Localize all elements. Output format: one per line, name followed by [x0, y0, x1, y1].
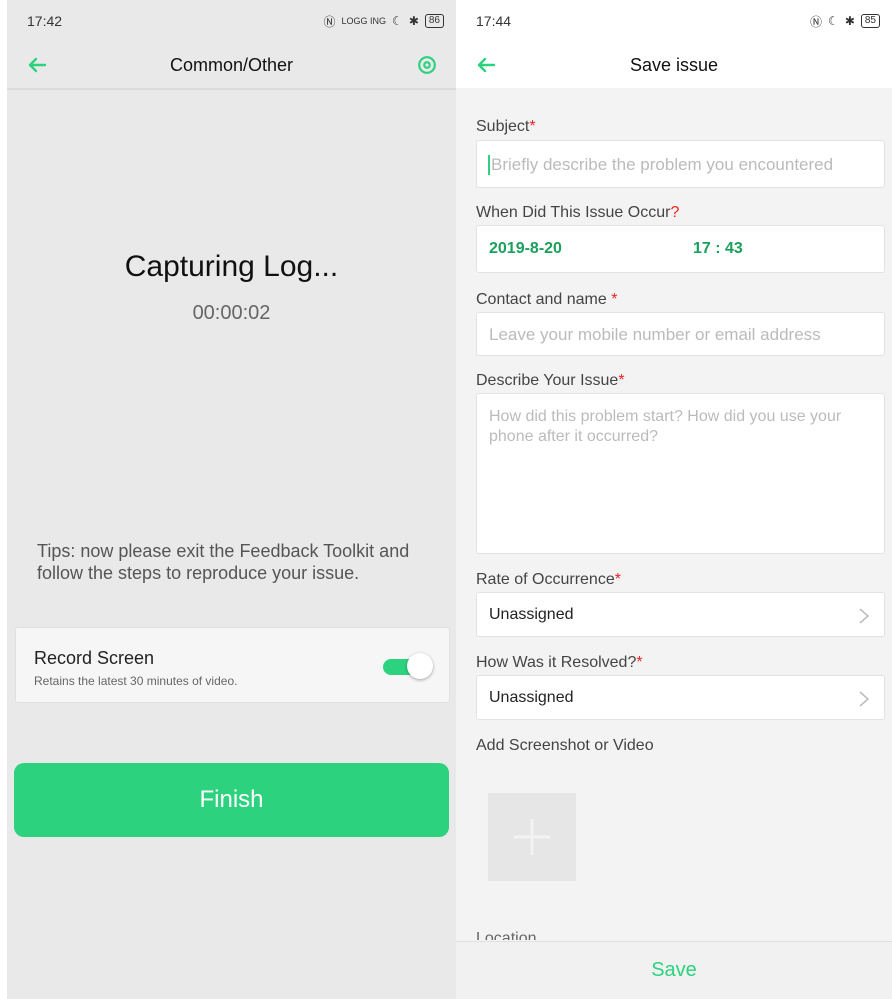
location-label: Location — [476, 930, 537, 940]
record-screen-card: Record Screen Retains the latest 30 minu… — [15, 627, 450, 703]
nfc-icon: Ⓝ — [810, 14, 823, 29]
back-arrow-icon[interactable] — [474, 53, 498, 77]
status-time: 17:42 — [27, 13, 63, 29]
chevron-right-icon — [859, 608, 870, 624]
record-screen-title: Record Screen — [34, 648, 155, 668]
time-picker[interactable]: 17 : 43 — [693, 240, 743, 258]
rate-value: Unassigned — [489, 606, 574, 623]
status-icons: Ⓝ LOGG ING ☾ ✱ 86 — [324, 13, 444, 30]
tips-text: Tips: now please exit the Feedback Toolk… — [37, 541, 410, 583]
chevron-right-icon — [859, 691, 870, 707]
when-label: When Did This Issue Occur? — [476, 204, 680, 221]
record-screen-toggle[interactable] — [383, 653, 433, 679]
save-button[interactable]: Save — [456, 941, 892, 999]
logging-indicator: LOGG ING — [341, 16, 387, 26]
contact-input[interactable]: Leave your mobile number or email addres… — [476, 312, 885, 356]
when-field: 2019-8-20 17 : 43 — [476, 225, 885, 273]
settings-gear-icon[interactable] — [416, 54, 438, 76]
status-bar: 17:44 Ⓝ ☾ ✱ 85 — [456, 0, 892, 42]
save-issue-screen: 17:44 Ⓝ ☾ ✱ 85 Save issue Subject* Brief… — [456, 0, 892, 999]
moon-icon: ☾ — [828, 14, 839, 28]
page-title: Save issue — [629, 54, 719, 75]
attach-label: Add Screenshot or Video — [476, 737, 654, 754]
resolved-value: Unassigned — [489, 689, 574, 706]
battery-icon: 86 — [424, 14, 444, 28]
toggle-knob — [407, 653, 433, 679]
rate-select[interactable]: Unassigned — [476, 592, 885, 637]
describe-textarea[interactable]: How did this problem start? How did you … — [476, 393, 885, 554]
app-bar: Save issue — [456, 42, 892, 88]
page-title: Common/Other — [169, 54, 294, 75]
divider — [7, 88, 456, 90]
plus-icon — [514, 819, 550, 855]
text-caret — [488, 155, 490, 175]
moon-icon: ☾ — [392, 14, 403, 28]
status-bar: 17:42 Ⓝ LOGG ING ☾ ✱ 86 — [7, 0, 456, 42]
record-screen-subtitle: Retains the latest 30 minutes of video. — [34, 674, 238, 688]
capturing-status: Capturing Log... — [124, 250, 339, 283]
date-picker[interactable]: 2019-8-20 — [489, 240, 562, 258]
nfc-icon: Ⓝ — [323, 14, 336, 29]
subject-placeholder: Briefly describe the problem you encount… — [491, 155, 834, 174]
describe-label: Describe Your Issue* — [476, 372, 625, 389]
back-arrow-icon[interactable] — [25, 53, 49, 77]
contact-placeholder: Leave your mobile number or email addres… — [489, 325, 821, 344]
add-attachment-button[interactable] — [488, 793, 576, 881]
subject-input[interactable]: Briefly describe the problem you encount… — [476, 140, 885, 188]
subject-label: Subject* — [476, 118, 536, 135]
capture-timer: 00:00:02 — [192, 302, 271, 324]
status-time: 17:44 — [476, 13, 512, 29]
resolved-label: How Was it Resolved?* — [476, 654, 643, 671]
status-icons: Ⓝ ☾ ✱ 85 — [810, 13, 880, 30]
resolved-select[interactable]: Unassigned — [476, 675, 885, 720]
finish-button[interactable]: Finish — [14, 763, 449, 837]
bluetooth-icon: ✱ — [844, 14, 855, 28]
rate-label: Rate of Occurrence* — [476, 571, 621, 588]
contact-label: Contact and name * — [476, 291, 618, 308]
bluetooth-icon: ✱ — [408, 14, 419, 28]
battery-icon: 85 — [860, 14, 880, 28]
app-bar: Common/Other — [7, 42, 456, 88]
capture-screen: 17:42 Ⓝ LOGG ING ☾ ✱ 86 Common/Other Cap… — [7, 0, 456, 999]
describe-placeholder: How did this problem start? How did you … — [489, 408, 842, 445]
